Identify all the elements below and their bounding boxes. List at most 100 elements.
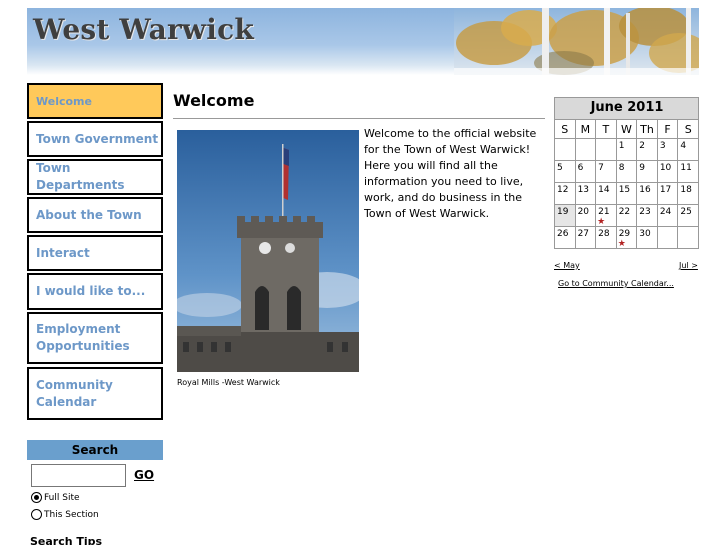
search-heading: Search [27, 440, 163, 460]
calendar-day-number: 2 [639, 141, 645, 151]
radio-selected-icon[interactable] [31, 492, 42, 503]
calendar-day-cell[interactable]: 14 [595, 182, 617, 205]
calendar-prev-month-link[interactable]: < May [554, 261, 580, 270]
calendar-weekday-header: S [677, 119, 699, 139]
calendar-week-row: 26 27 28 29 ★ 30 [554, 226, 699, 249]
calendar-day-cell[interactable]: 13 [574, 182, 597, 205]
calendar-day-number: 20 [577, 207, 590, 217]
calendar-day-number: 4 [680, 141, 687, 151]
calendar-day-number: 15 [618, 185, 631, 195]
calendar-day-number: 1 [618, 141, 625, 151]
welcome-paragraph: Welcome to the official website for the … [364, 127, 537, 220]
nav-item-i-would-like-to[interactable]: I would like to... [27, 273, 163, 310]
calendar-day-cell[interactable]: 16 [636, 182, 658, 205]
calendar-empty-cell [574, 138, 597, 161]
radio-unselected-icon[interactable] [31, 509, 42, 520]
calendar-day-number: 7 [598, 163, 604, 173]
calendar-days: 1 2 3 4 5 6 7 8 9 10 11 12 13 14 15 16 17 18 19 20 21 ★ 22 23 24… [554, 138, 699, 249]
calendar-day-cell[interactable]: 17 [656, 182, 679, 205]
calendar-next-month-link[interactable]: Jul > [679, 261, 698, 270]
calendar-day-cell[interactable]: 20 [574, 204, 597, 227]
calendar-day-cell[interactable]: 11 [677, 160, 699, 183]
site-title: West Warwick [33, 13, 254, 46]
calendar-day-cell[interactable]: 9 [636, 160, 658, 183]
calendar-day-number: 28 [598, 229, 610, 239]
calendar-day-number: 14 [598, 185, 610, 195]
header-trees-image [454, 8, 699, 75]
calendar-week-row: 1 2 3 4 [554, 138, 699, 161]
event-star-icon[interactable]: ★ [618, 240, 626, 249]
calendar-day-number: 5 [557, 163, 563, 173]
calendar-day-cell[interactable]: 2 [636, 138, 658, 161]
calendar-day-number: 18 [680, 185, 692, 195]
calendar-day-cell[interactable]: 27 [574, 226, 597, 249]
calendar-day-number: 17 [659, 185, 672, 195]
calendar-day-cell[interactable]: 5 [554, 160, 576, 183]
calendar-weekday-header: T [595, 119, 617, 139]
photo-caption: Royal Mills -West Warwick [177, 378, 280, 387]
calendar-day-cell[interactable]: 28 [595, 226, 617, 249]
calendar-day-cell[interactable]: 4 [677, 138, 699, 161]
nav-item-interact[interactable]: Interact [27, 235, 163, 271]
calendar-day-cell[interactable]: 25 [677, 204, 699, 227]
search-option-this-section[interactable]: This Section [31, 509, 99, 520]
calendar-day-cell[interactable]: 3 [656, 138, 679, 161]
calendar-day-number: 26 [557, 229, 569, 239]
calendar-day-cell[interactable]: 1 [615, 138, 638, 161]
search-go-button[interactable]: GO [134, 468, 154, 482]
calendar-day-number: 25 [680, 207, 692, 217]
calendar-day-number: 9 [639, 163, 645, 173]
calendar-empty-cell [677, 226, 699, 249]
calendar-empty-cell [554, 138, 576, 161]
calendar-day-cell[interactable]: 10 [656, 160, 679, 183]
calendar-day-cell[interactable]: 15 [615, 182, 638, 205]
search-tips-heading: Search Tips [30, 535, 103, 545]
community-calendar-link[interactable]: Go to Community Calendar... [558, 279, 674, 288]
calendar-day-cell[interactable]: 23 [636, 204, 658, 227]
calendar-month-label: June 2011 [554, 97, 699, 120]
search-option-full-site[interactable]: Full Site [31, 492, 80, 503]
calendar-weekday-header: F [656, 119, 679, 139]
calendar-day-cell[interactable]: 29 ★ [615, 226, 638, 249]
calendar-day-number: 12 [557, 185, 569, 195]
calendar-weekday-header: W [615, 119, 638, 139]
calendar-day-cell[interactable]: 12 [554, 182, 576, 205]
calendar-day-number: 27 [577, 229, 590, 239]
calendar-day-cell[interactable]: 19 [554, 204, 576, 227]
calendar-day-cell[interactable]: 7 [595, 160, 617, 183]
calendar-day-cell[interactable]: 26 [554, 226, 576, 249]
calendar-day-cell[interactable]: 24 [656, 204, 679, 227]
nav-item-community-calendar[interactable]: Community Calendar [27, 367, 163, 420]
calendar-day-cell[interactable]: 30 [636, 226, 658, 249]
royal-mills-tower-photo [177, 130, 359, 372]
calendar-day-number: 24 [659, 207, 672, 217]
nav-item-employment-opportunities[interactable]: Employment Opportunities [27, 312, 163, 364]
nav-item-welcome[interactable]: Welcome [27, 83, 163, 119]
page-title: Welcome [173, 91, 255, 110]
calendar-empty-cell [656, 226, 679, 249]
title-divider [173, 118, 545, 119]
calendar-empty-cell [595, 138, 617, 161]
search-option-label: This Section [44, 509, 99, 520]
calendar-week-row: 5 6 7 8 9 10 11 [554, 160, 699, 183]
calendar-day-cell[interactable]: 8 [615, 160, 638, 183]
calendar-day-number: 29 [618, 229, 631, 239]
calendar-day-number: 19 [557, 207, 569, 217]
site-header: West Warwick [27, 8, 699, 75]
calendar-day-number: 6 [577, 163, 584, 173]
calendar-week-row: 19 20 21 ★ 22 23 24 25 [554, 204, 699, 227]
calendar-day-number: 23 [639, 207, 651, 217]
nav-item-town-government[interactable]: Town Government [27, 121, 163, 157]
calendar-day-cell[interactable]: 18 [677, 182, 699, 205]
calendar-weekday-header: Th [636, 119, 658, 139]
calendar-day-number: 3 [659, 141, 666, 151]
calendar-day-cell[interactable]: 22 [615, 204, 638, 227]
calendar-day-cell[interactable]: 21 ★ [595, 204, 617, 227]
calendar-day-number: 10 [659, 163, 672, 173]
calendar-day-cell[interactable]: 6 [574, 160, 597, 183]
calendar-day-number: 11 [680, 163, 692, 173]
search-input[interactable] [31, 464, 126, 487]
calendar-day-number: 30 [639, 229, 651, 239]
nav-item-town-departments[interactable]: Town Departments [27, 159, 163, 195]
nav-item-about-the-town[interactable]: About the Town [27, 197, 163, 233]
